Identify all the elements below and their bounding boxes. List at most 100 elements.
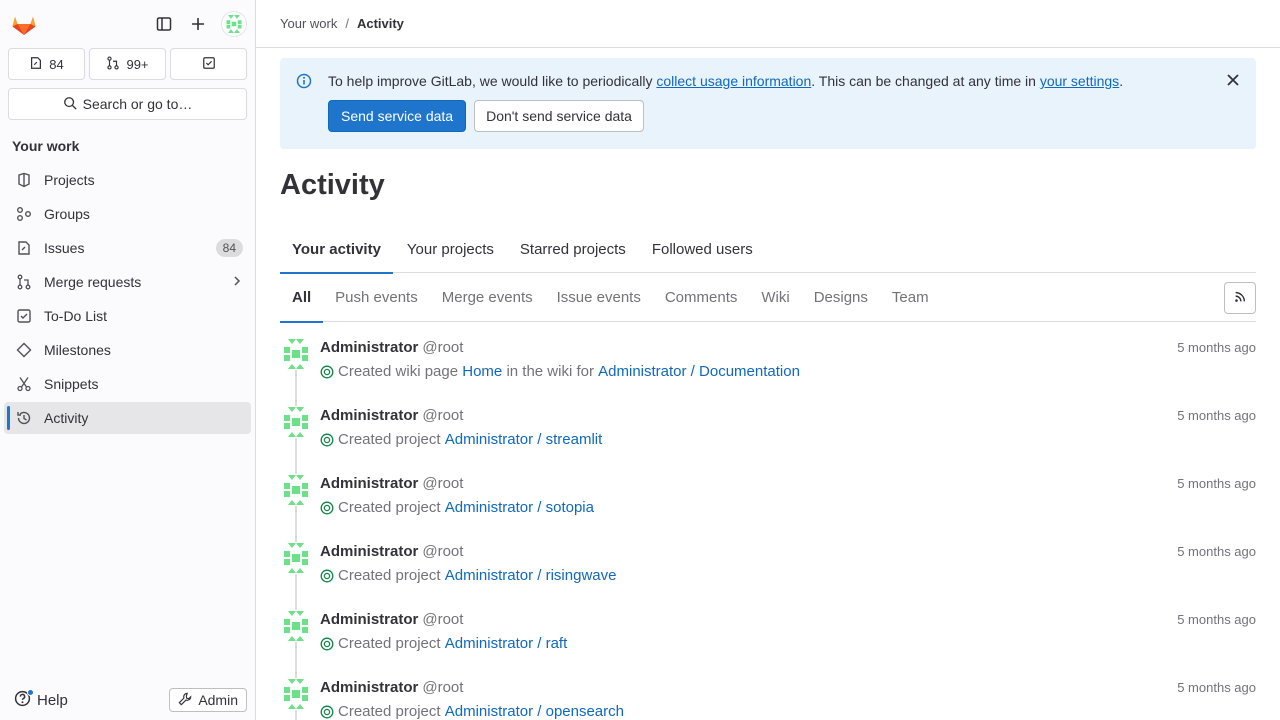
status-open-icon [320, 433, 334, 447]
event-project-link[interactable]: Administrator / sotopia [445, 499, 594, 517]
event-action: Created project [338, 431, 441, 448]
group-icon [16, 206, 32, 222]
todos-button[interactable] [170, 48, 247, 80]
sidebar-header [0, 0, 255, 48]
event-project-link[interactable]: Administrator / opensearch [445, 703, 624, 720]
snippet-icon [16, 376, 32, 392]
author-avatar[interactable] [280, 610, 312, 642]
toggle-sidebar-icon[interactable] [149, 9, 179, 39]
notification-dot [27, 688, 34, 696]
issues-count-badge: 84 [215, 239, 243, 257]
filter-team[interactable]: Team [880, 273, 941, 322]
merge-requests-button[interactable]: 99+ [89, 48, 166, 80]
todo-icon [16, 308, 32, 324]
author-avatar[interactable] [280, 406, 312, 438]
breadcrumb-current[interactable]: Activity [357, 16, 404, 31]
sidebar-counts: 84 99+ [0, 48, 255, 80]
project-icon [16, 172, 32, 188]
sidebar-item-label: Groups [44, 206, 90, 222]
issues-icon [29, 56, 43, 73]
event-list: Administrator @root 5 months ago Created wi… [280, 322, 1256, 720]
breadcrumb-separator: / [345, 16, 349, 31]
filter-merge-events[interactable]: Merge events [430, 273, 545, 322]
filter-wiki[interactable]: Wiki [749, 273, 801, 322]
sidebar-item-groups[interactable]: Groups [4, 198, 251, 230]
status-open-icon [320, 501, 334, 515]
tab-starred-projects[interactable]: Starred projects [508, 226, 638, 273]
sidebar-section-title: Your work [12, 138, 80, 154]
author-handle: @root [422, 475, 464, 492]
author-avatar[interactable] [280, 678, 312, 710]
activity-tabs: Your activity Your projects Starred proj… [280, 226, 1256, 274]
assigned-issues-button[interactable]: 84 [8, 48, 85, 80]
close-icon[interactable] [1226, 73, 1240, 90]
author-name[interactable]: Administrator [320, 543, 418, 561]
filter-designs[interactable]: Designs [802, 273, 880, 322]
event-project-link[interactable]: Administrator / Documentation [598, 363, 800, 381]
gitlab-logo-icon[interactable] [10, 10, 38, 38]
sidebar-item-projects[interactable]: Projects [4, 164, 251, 196]
help-button[interactable]: Help [14, 688, 68, 711]
event-item: Administrator @root 5 months ago Created wi… [280, 322, 1256, 406]
event-extra-text: in the wiki for [506, 363, 594, 380]
event-action: Created project [338, 567, 441, 584]
chevron-right-icon[interactable] [231, 274, 243, 290]
breadcrumb: Your work / Activity [256, 0, 1280, 48]
breadcrumb-parent[interactable]: Your work [280, 16, 337, 31]
event-project-link[interactable]: Administrator / raft [445, 635, 568, 653]
status-open-icon [320, 705, 334, 719]
user-avatar[interactable] [221, 11, 247, 37]
tab-your-activity[interactable]: Your activity [280, 226, 393, 274]
alert-message: To help improve GitLab, we would like to… [328, 72, 1240, 90]
dont-send-service-data-button[interactable]: Don't send service data [474, 100, 644, 132]
author-name[interactable]: Administrator [320, 611, 418, 629]
author-avatar[interactable] [280, 474, 312, 506]
author-avatar[interactable] [280, 338, 312, 370]
author-name[interactable]: Administrator [320, 407, 418, 425]
sidebar-item-label: Milestones [44, 342, 111, 358]
author-handle: @root [422, 679, 464, 696]
send-service-data-button[interactable]: Send service data [328, 100, 467, 132]
sidebar-item-label: Merge requests [44, 274, 142, 290]
milestone-icon [16, 342, 32, 358]
event-action: Created project [338, 703, 441, 720]
author-handle: @root [422, 407, 464, 424]
merge-request-icon [106, 55, 120, 73]
event-project-link[interactable]: Administrator / streamlit [445, 431, 603, 449]
collect-usage-link[interactable]: collect usage information [656, 73, 811, 89]
filter-issue-events[interactable]: Issue events [545, 273, 653, 322]
event-project-link[interactable]: Administrator / risingwave [445, 567, 617, 585]
event-target-link[interactable]: Home [462, 363, 502, 381]
sidebar: 84 99+ Search or go to… Your work Projec… [0, 0, 256, 720]
event-item: Administrator @root 5 months ago Created pr… [280, 390, 1256, 474]
author-name[interactable]: Administrator [320, 475, 418, 493]
event-item: Administrator @root 5 months ago Created pr… [280, 458, 1256, 542]
timeline-connector [295, 710, 297, 720]
tab-your-projects[interactable]: Your projects [395, 226, 506, 273]
admin-button[interactable]: Admin [169, 688, 247, 712]
event-item: Administrator @root 5 months ago Created pr… [280, 662, 1256, 720]
filter-push-events[interactable]: Push events [323, 273, 430, 322]
sidebar-item-merge-requests[interactable]: Merge requests [4, 266, 251, 298]
sidebar-item-issues[interactable]: Issues 84 [4, 232, 251, 264]
your-settings-link[interactable]: your settings [1040, 73, 1119, 89]
create-new-icon[interactable] [183, 9, 213, 39]
author-avatar[interactable] [280, 542, 312, 574]
filter-comments[interactable]: Comments [653, 273, 750, 322]
merge-request-icon [16, 274, 32, 290]
author-name[interactable]: Administrator [320, 679, 418, 697]
history-icon [16, 410, 32, 426]
search-icon [63, 96, 77, 113]
tab-followed-users[interactable]: Followed users [640, 226, 765, 273]
filter-all[interactable]: All [280, 273, 324, 323]
status-open-icon [320, 365, 334, 379]
sidebar-item-activity[interactable]: Activity [4, 402, 251, 434]
sidebar-item-snippets[interactable]: Snippets [4, 368, 251, 400]
rss-feed-button[interactable] [1224, 282, 1256, 314]
sidebar-item-milestones[interactable]: Milestones [4, 334, 251, 366]
search-button[interactable]: Search or go to… [8, 88, 247, 120]
author-handle: @root [422, 339, 464, 356]
sidebar-item-todo-list[interactable]: To-Do List [4, 300, 251, 332]
status-open-icon [320, 569, 334, 583]
author-name[interactable]: Administrator [320, 339, 418, 357]
